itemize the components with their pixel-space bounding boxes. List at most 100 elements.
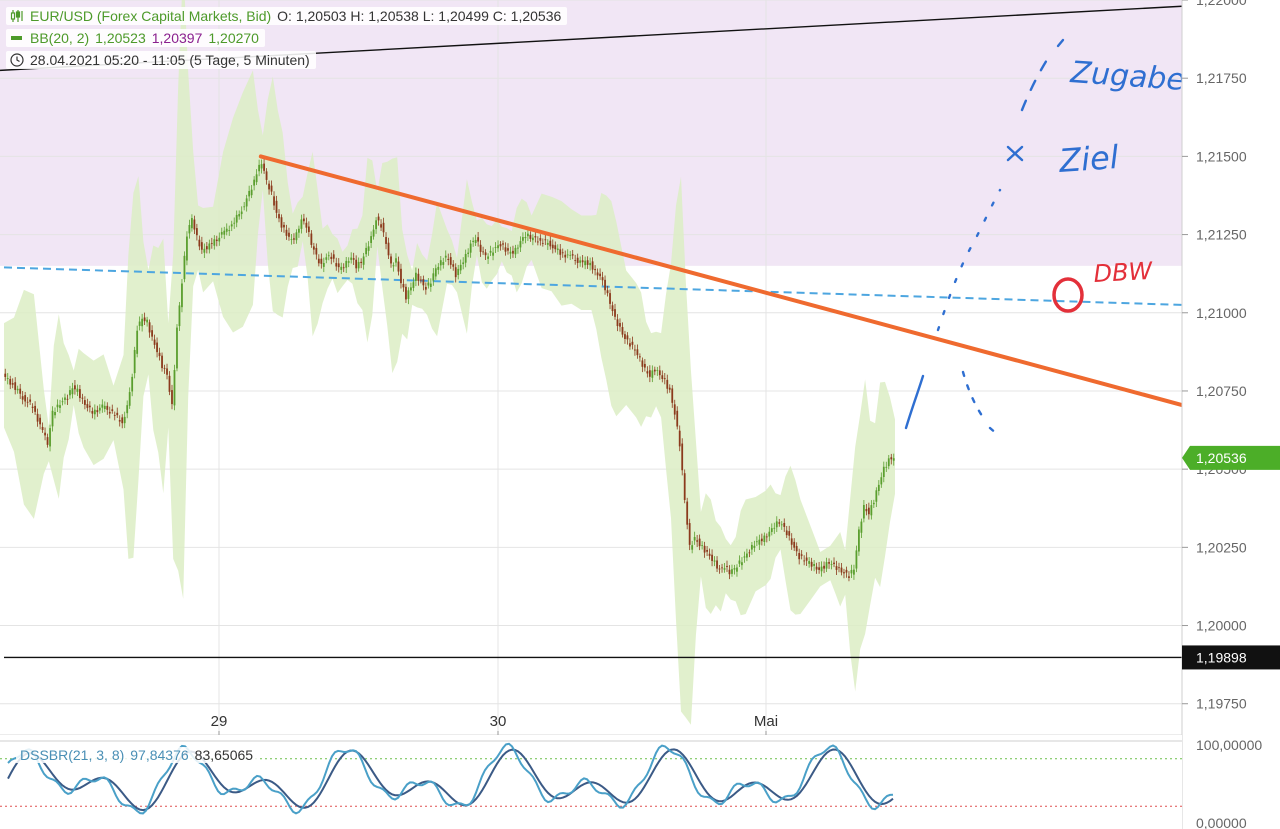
candle-body	[93, 409, 96, 415]
candle-body	[387, 242, 390, 256]
candle-body	[101, 404, 104, 408]
candle-body	[113, 415, 116, 416]
price-tick-label: 1,22000	[1196, 0, 1247, 8]
candle-body	[325, 257, 328, 260]
candle-body	[225, 228, 228, 232]
candle-body	[584, 260, 587, 266]
candle-body	[850, 569, 853, 574]
candle-body	[609, 293, 611, 304]
candle-body	[487, 256, 489, 259]
candle-body	[442, 262, 445, 265]
candle-body	[238, 214, 241, 217]
candle-body	[390, 256, 392, 264]
candle-body	[833, 562, 835, 565]
candle-body	[691, 545, 694, 550]
candle-body	[673, 404, 676, 415]
candle-body	[564, 254, 567, 258]
candle-body	[305, 222, 308, 228]
candle-body	[116, 412, 119, 416]
candle-body	[758, 539, 761, 545]
oscillator-tick-label: 0,00000	[1196, 815, 1247, 829]
candle-body	[365, 247, 368, 255]
candle-body	[133, 350, 136, 374]
candle-body	[161, 355, 163, 369]
candle-body	[713, 560, 716, 562]
candle-body	[415, 272, 417, 281]
time-tick-label: 30	[490, 713, 507, 730]
candle-body	[489, 250, 492, 253]
candle-body	[838, 567, 840, 569]
candle-body	[111, 409, 114, 411]
candle-body	[718, 568, 721, 570]
candle-body	[830, 564, 833, 565]
candle-body	[188, 225, 191, 234]
candle-body	[103, 405, 106, 410]
candle-body	[91, 410, 94, 414]
candle-body	[21, 396, 24, 400]
candle-body	[59, 405, 61, 408]
candle-body	[422, 279, 425, 286]
candle-body	[141, 318, 144, 327]
candle-body	[278, 214, 280, 219]
candle-body	[474, 239, 477, 244]
candle-body	[322, 262, 325, 267]
candle-body	[41, 426, 44, 430]
candle-body	[452, 264, 455, 267]
bb-upper-value: 1,20523	[95, 30, 146, 46]
price-tick-label: 1,21000	[1196, 305, 1247, 321]
candle-body	[559, 249, 562, 255]
candle-body	[347, 261, 350, 263]
candle-body	[290, 239, 293, 240]
candle-body	[880, 477, 883, 485]
candle-body	[449, 257, 452, 265]
candle-body	[536, 241, 539, 243]
price-tick-label: 1,21500	[1196, 148, 1247, 164]
candle-body	[327, 255, 330, 257]
candle-body	[892, 458, 895, 461]
candle-body	[566, 254, 569, 256]
candle-body	[153, 339, 156, 345]
candle-body	[275, 200, 278, 213]
candle-body	[191, 218, 193, 229]
candle-body	[337, 263, 340, 268]
price-tick-label: 1,19750	[1196, 696, 1247, 712]
candle-body	[589, 262, 592, 266]
candle-body	[524, 237, 527, 239]
candle-body	[651, 370, 654, 378]
candle-body	[534, 236, 537, 238]
candle-body	[701, 545, 704, 546]
candle-body	[805, 557, 808, 561]
candle-body	[417, 273, 420, 281]
candle-body	[340, 266, 343, 270]
candle-body	[544, 239, 547, 241]
candle-body	[362, 256, 365, 265]
candle-body	[400, 268, 402, 284]
candle-body	[853, 569, 855, 575]
price-tick-label: 1,20750	[1196, 383, 1247, 399]
candle-body	[44, 432, 46, 436]
candle-body	[514, 247, 517, 255]
candle-body	[522, 237, 524, 241]
candle-body	[407, 290, 410, 299]
candle-body	[350, 257, 353, 260]
candle-body	[432, 273, 435, 281]
candle-body	[215, 239, 218, 242]
candle-body	[273, 196, 275, 206]
candle-body	[439, 260, 442, 266]
candle-body	[668, 387, 671, 390]
indicator-legend: DSSBR(21, 3, 8) 97,84376 83,65065	[16, 747, 258, 763]
candle-body	[507, 248, 509, 251]
candle-body	[36, 413, 39, 422]
candle-body	[146, 319, 149, 323]
candle-body	[178, 305, 181, 327]
candle-body	[83, 400, 86, 405]
candle-body	[750, 544, 753, 550]
candle-body	[198, 239, 201, 247]
annotation-ziel: Ziel	[1057, 138, 1120, 180]
candle-body	[300, 219, 303, 229]
candle-body	[783, 522, 786, 527]
candle-body	[755, 541, 758, 543]
candle-body	[835, 566, 838, 570]
candle-body	[203, 248, 206, 253]
candle-body	[377, 216, 380, 221]
